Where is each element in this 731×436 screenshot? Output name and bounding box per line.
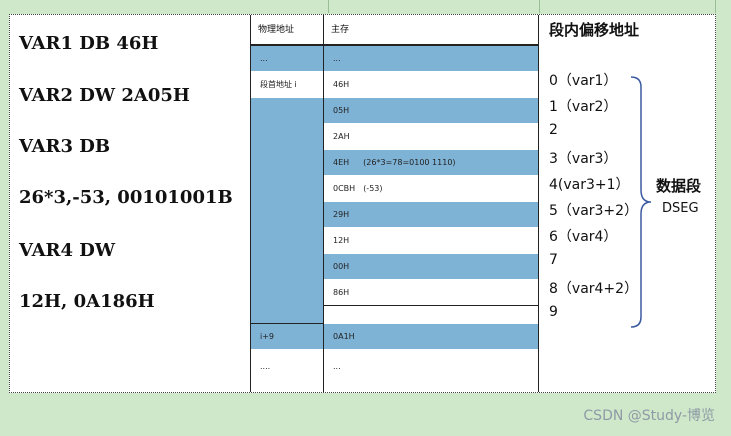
header-divider: [251, 44, 538, 46]
code-line-4: 26*3,-53, 00101001B: [19, 187, 233, 208]
code-line-3: VAR3 DB: [19, 136, 111, 157]
memory-cell: 86H: [324, 280, 538, 306]
watermark: CSDN @Study-博览: [583, 408, 715, 424]
offset-item: 6（var4）: [549, 229, 618, 245]
segment-name: DSEG: [662, 201, 699, 216]
memory-cell: 05H: [324, 98, 538, 124]
memory-value: 0CBH: [333, 184, 356, 193]
offset-item: 3（var3）: [549, 151, 618, 167]
memory-cell: 2AH: [324, 124, 538, 150]
memory-value: 4EH: [333, 158, 350, 167]
offset-item: 1（var2）: [549, 99, 618, 115]
address-span-cell: [251, 98, 323, 324]
memory-cell: 0A1H: [324, 324, 538, 350]
memory-note: (-53): [363, 184, 383, 193]
code-line-6: 12H, 0A186H: [19, 291, 155, 312]
memory-column: 主存 ... 46H 05H 2AH 4EH (26*3=78=0100 1110…: [324, 15, 539, 392]
code-line-5: VAR4 DW: [19, 240, 116, 261]
address-cell: i+9: [251, 324, 323, 350]
code-panel: VAR1 DB 46H VAR2 DW 2A05H VAR3 DB 26*3,-…: [10, 15, 251, 392]
address-cell: ....: [251, 354, 323, 380]
offset-item: 7: [549, 252, 558, 268]
code-line-1: VAR1 DB 46H: [19, 33, 159, 54]
offset-panel: 段内偏移地址 0（var1） 1（var2） 2 3（var3） 4(var3+…: [539, 15, 715, 392]
code-line-2: VAR2 DW 2A05H: [19, 85, 190, 106]
offset-item: 8（var4+2）: [549, 281, 639, 297]
memory-header: 主存: [331, 25, 350, 35]
memory-cell: 46H: [324, 72, 538, 98]
address-column: 物理地址 ... 段首地址 i i+9 ....: [251, 15, 324, 392]
memory-cell: ...: [324, 46, 538, 72]
offset-item: 2: [549, 122, 558, 138]
memory-cell: ...: [324, 354, 538, 380]
memory-cell: 12H: [324, 228, 538, 254]
offset-item: 0（var1）: [549, 73, 618, 89]
document-page: VAR1 DB 46H VAR2 DW 2A05H VAR3 DB 26*3,-…: [9, 14, 716, 393]
memory-note: (26*3=78=0100 1110): [363, 158, 456, 167]
right-brace-icon: [630, 76, 652, 328]
offset-item: 4(var3+1）: [549, 177, 630, 193]
address-cell: ...: [251, 46, 323, 72]
address-cell: 段首地址 i: [251, 72, 323, 98]
memory-cell: 29H: [324, 202, 538, 228]
memory-cell: 4EH (26*3=78=0100 1110): [324, 150, 538, 176]
offset-title: 段内偏移地址: [549, 21, 640, 39]
offset-item: 9: [549, 304, 558, 320]
top-ruler: [0, 0, 731, 14]
memory-cell: 0CBH (-53): [324, 176, 538, 202]
address-header: 物理地址: [258, 25, 295, 35]
memory-table: 物理地址 ... 段首地址 i i+9 .... 主存 ... 46H 05H …: [251, 15, 539, 392]
memory-cell: 00H: [324, 254, 538, 280]
offset-item: 5（var3+2）: [549, 203, 639, 219]
segment-label: 数据段: [656, 177, 702, 195]
